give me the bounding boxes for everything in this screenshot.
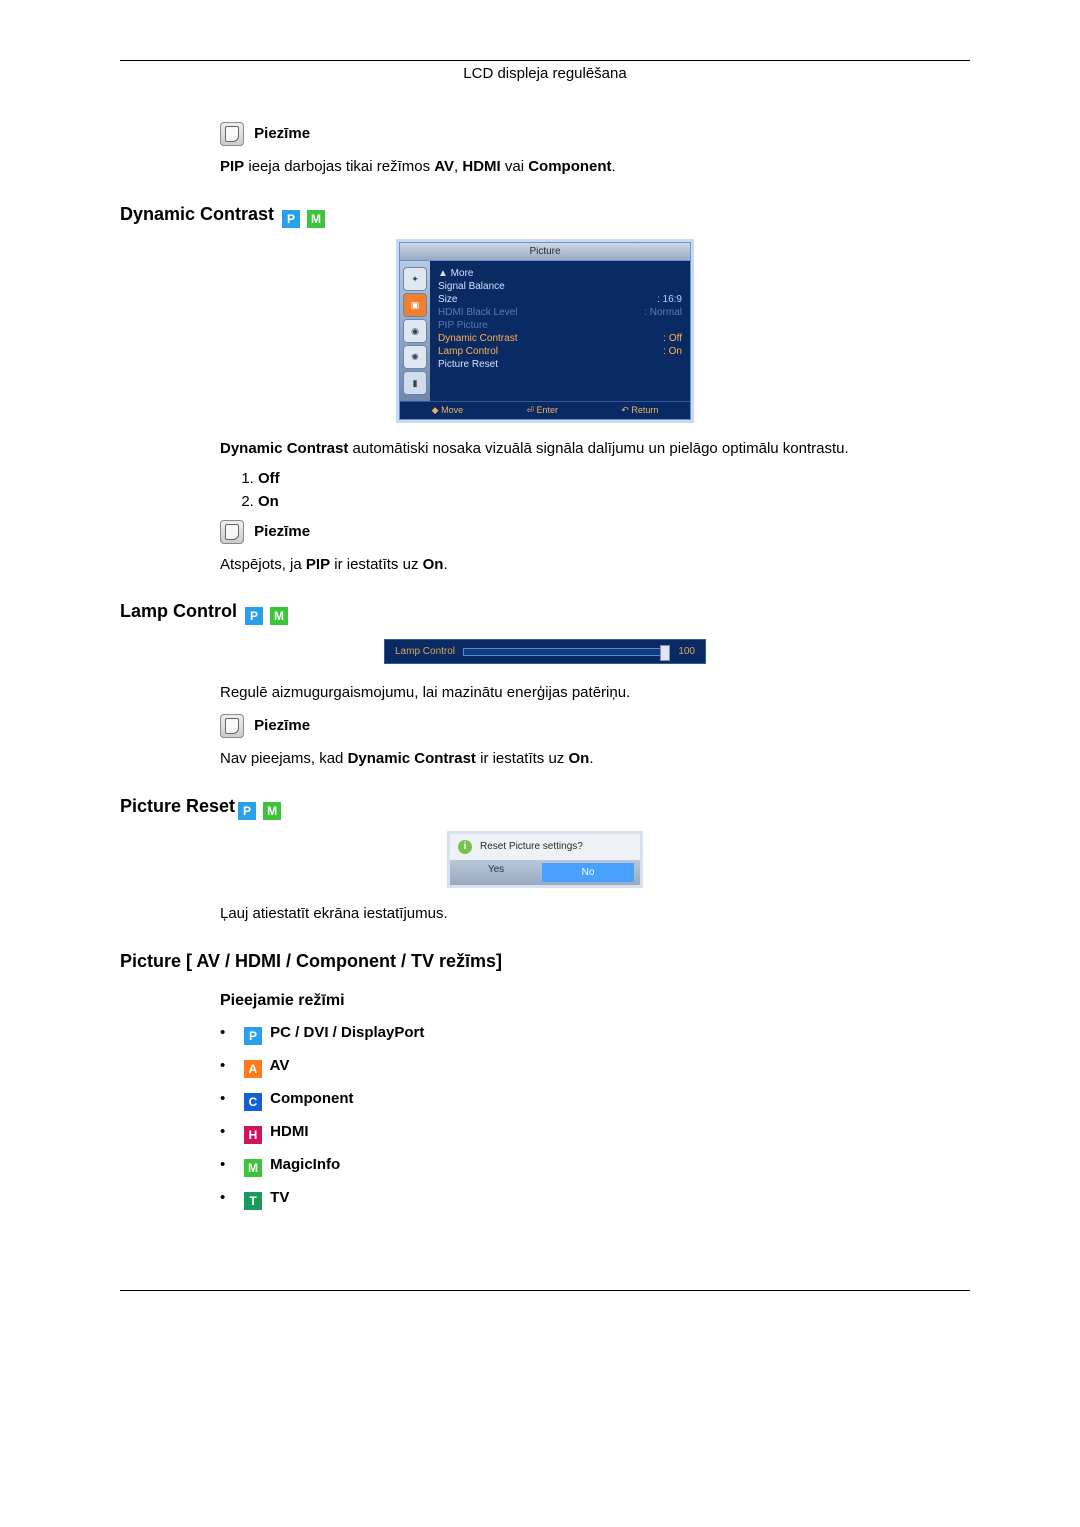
badge-m-icon: M [307, 210, 325, 228]
note-text: PIP ieeja darbojas tikai režīmos AV, HDM… [220, 156, 970, 178]
badge-h-icon: H [244, 1126, 262, 1144]
lamp-note-text: Nav pieejams, kad Dynamic Contrast ir ie… [220, 748, 970, 770]
heading-picture-reset: Picture ResetPM [120, 796, 970, 820]
note-label: Piezīme [254, 717, 310, 734]
osd-reset-screenshot: i Reset Picture settings? Yes No [120, 834, 970, 885]
list-item: C Component [220, 1090, 970, 1111]
osd-lamp-screenshot: Lamp Control 100 [120, 639, 970, 664]
info-icon: i [458, 840, 472, 854]
badge-a-icon: A [244, 1060, 262, 1078]
note-row: Piezīme [220, 714, 970, 738]
note-icon [220, 520, 244, 544]
note-icon [220, 122, 244, 146]
badge-p-icon: P [245, 607, 263, 625]
badge-p-icon: P [244, 1027, 262, 1045]
badge-m-icon: M [270, 607, 288, 625]
note-row: Piezīme [220, 520, 970, 544]
osd-lamp-value: 100 [678, 646, 695, 657]
osd-no: No [542, 863, 634, 882]
osd-reset-question: Reset Picture settings? [480, 841, 583, 852]
modes-list: P PC / DVI / DisplayPort A AV C Componen… [220, 1024, 970, 1210]
dc-note-text: Atspējots, ja PIP ir iestatīts uz On. [220, 554, 970, 576]
list-item: On [258, 493, 970, 510]
list-item: T TV [220, 1189, 970, 1210]
badge-m-icon: M [263, 802, 281, 820]
page-header: LCD displeja regulēšana [120, 65, 970, 82]
note-label: Piezīme [254, 523, 310, 540]
lamp-desc: Regulē aizmugurgaismojumu, lai mazinātu … [220, 682, 970, 704]
badge-t-icon: T [244, 1192, 262, 1210]
osd-lamp-label: Lamp Control [395, 646, 455, 657]
dc-description: Dynamic Contrast automātiski nosaka vizu… [220, 438, 970, 460]
osd-picture-screenshot: Picture ✦▣◉✺▮ ▲ More Signal Balance Size… [120, 242, 970, 420]
badge-c-icon: C [244, 1093, 262, 1111]
list-item: M MagicInfo [220, 1156, 970, 1177]
reset-desc: Ļauj atiestatīt ekrāna iestatījumus. [220, 903, 970, 925]
note-label: Piezīme [254, 125, 310, 142]
note-row: Piezīme [220, 122, 970, 146]
osd-title: Picture [400, 243, 690, 261]
heading-dynamic-contrast: Dynamic Contrast PM [120, 204, 970, 228]
badge-p-icon: P [282, 210, 300, 228]
dc-options-list: Off On [240, 470, 970, 510]
badge-m-icon: M [244, 1159, 262, 1177]
note-icon [220, 714, 244, 738]
osd-yes: Yes [450, 860, 542, 885]
heading-picture-modes: Picture [ AV / HDMI / Component / TV rež… [120, 951, 970, 972]
heading-lamp-control: Lamp Control PM [120, 601, 970, 625]
list-item: H HDMI [220, 1123, 970, 1144]
list-item: A AV [220, 1057, 970, 1078]
list-item: P PC / DVI / DisplayPort [220, 1024, 970, 1045]
osd-sidebar: ✦▣◉✺▮ [400, 261, 430, 401]
list-item: Off [258, 470, 970, 487]
osd-menu: ▲ More Signal Balance Size: 16:9 HDMI Bl… [430, 261, 690, 401]
badge-p-icon: P [238, 802, 256, 820]
subheading-available-modes: Pieejamie režīmi [220, 992, 970, 1010]
